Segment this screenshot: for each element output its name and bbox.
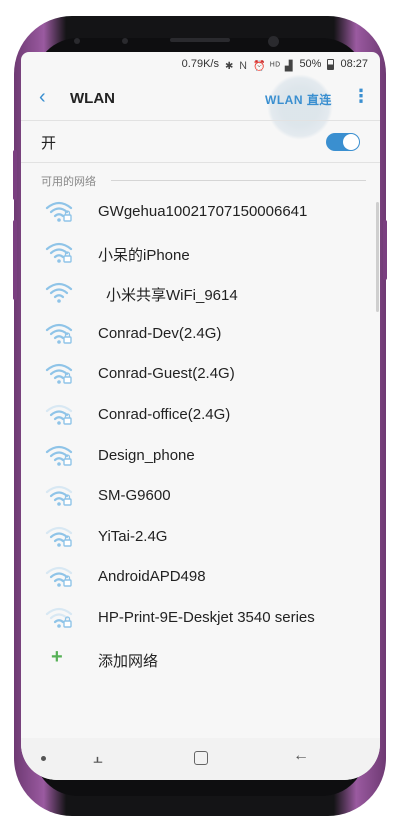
plus-icon: + xyxy=(51,645,63,668)
add-network-label: 添加网络 xyxy=(98,652,159,670)
front-camera xyxy=(268,36,279,47)
scrollbar[interactable] xyxy=(376,202,379,312)
app-header: ‹ WLAN WLAN 直连 ⋮ xyxy=(21,74,380,140)
page-title: WLAN xyxy=(70,90,115,107)
iris-sensor xyxy=(122,38,128,44)
net-speed: 0.79K/s xyxy=(181,58,219,70)
network-ssid: Conrad-Dev(2.4G) xyxy=(98,324,222,342)
network-row[interactable]: Design_phone xyxy=(21,436,380,477)
navigation-bar: ⫠ ← xyxy=(21,738,380,780)
wifi-signal-icon xyxy=(45,281,75,305)
wifi-signal-icon xyxy=(45,403,75,427)
network-ssid: Design_phone xyxy=(98,446,195,464)
power-button xyxy=(383,220,387,280)
recent-apps-icon[interactable]: ⫠ xyxy=(93,750,103,768)
network-ssid: SM-G9600 xyxy=(98,487,171,505)
section-divider xyxy=(111,180,366,181)
network-row[interactable]: Conrad-Dev(2.4G) xyxy=(21,314,380,355)
wifi-signal-icon xyxy=(45,362,75,386)
volume-button xyxy=(13,220,17,300)
network-row[interactable]: HP-Print-9E-Deskjet 3540 series xyxy=(21,598,380,639)
signal-icon: ▟ xyxy=(284,60,294,72)
proximity-sensor xyxy=(74,38,80,44)
earpiece xyxy=(170,38,230,42)
network-ssid: AndroidAPD498 xyxy=(98,568,206,586)
network-ssid: YiTai-2.4G xyxy=(98,527,168,545)
battery-icon xyxy=(327,58,335,70)
nfc-icon: Ｎ xyxy=(238,60,250,72)
toggle-knob xyxy=(343,134,359,150)
wlan-toggle-row[interactable]: 开 xyxy=(21,120,380,162)
network-row[interactable]: GWgehua10021707150006641 xyxy=(21,192,380,233)
home-icon[interactable] xyxy=(194,751,208,765)
status-time: 08:27 xyxy=(340,58,368,70)
status-icons: ✱ Ｎ ⏰ ᴴᴰ ▟ xyxy=(225,57,293,72)
wlan-direct-button[interactable]: WLAN 直连 xyxy=(265,91,332,108)
network-ssid: GWgehua10021707150006641 xyxy=(98,203,308,220)
network-row[interactable]: 小米共享WiFi_9614 xyxy=(21,273,380,314)
network-row[interactable]: SM-G9600 xyxy=(21,476,380,517)
more-options-icon[interactable]: ⋮ xyxy=(352,87,370,105)
wlan-toggle-switch[interactable] xyxy=(326,133,360,151)
status-bar: 0.79K/s ✱ Ｎ ⏰ ᴴᴰ ▟ 50% 08:27 xyxy=(21,52,380,76)
network-ssid: Conrad-office(2.4G) xyxy=(98,405,231,423)
wifi-signal-icon xyxy=(45,241,75,265)
network-row[interactable]: Conrad-Guest(2.4G) xyxy=(21,354,380,395)
network-list: GWgehua10021707150006641 小呆的iPhone 小米共享WiF… xyxy=(21,192,380,679)
wifi-signal-icon xyxy=(45,484,75,508)
nav-back-icon[interactable]: ← xyxy=(293,747,309,765)
network-ssid: HP-Print-9E-Deskjet 3540 series xyxy=(98,608,315,626)
alarm-icon: ⏰ xyxy=(252,60,267,72)
wlan-toggle-label: 开 xyxy=(41,135,57,152)
wifi-signal-icon xyxy=(45,200,75,224)
nav-dot-icon[interactable] xyxy=(41,756,46,761)
network-row[interactable]: AndroidAPD498 xyxy=(21,557,380,598)
back-arrow-icon[interactable]: ‹ xyxy=(39,86,46,109)
bluetooth-icon: ✱ xyxy=(224,60,235,72)
available-networks-header: 可用的网络 xyxy=(41,176,96,188)
network-row[interactable]: Conrad-office(2.4G) xyxy=(21,395,380,436)
4g-icon: ᴴᴰ xyxy=(270,60,281,72)
network-row[interactable]: YiTai-2.4G xyxy=(21,517,380,558)
wifi-signal-icon xyxy=(45,525,75,549)
wifi-signal-icon xyxy=(45,322,75,346)
add-network-row[interactable]: + 添加网络 xyxy=(21,639,380,679)
bixby-button xyxy=(13,150,17,200)
wifi-signal-icon xyxy=(45,444,75,468)
wifi-signal-icon xyxy=(45,606,75,630)
screen: 0.79K/s ✱ Ｎ ⏰ ᴴᴰ ▟ 50% 08:27 ‹ WLAN WLAN… xyxy=(21,52,380,780)
network-row[interactable]: 小呆的iPhone xyxy=(21,233,380,274)
wifi-signal-icon xyxy=(45,565,75,589)
network-ssid: 小呆的iPhone xyxy=(98,246,190,264)
network-ssid: Conrad-Guest(2.4G) xyxy=(98,365,235,383)
network-ssid: 小米共享WiFi_9614 xyxy=(106,287,238,305)
toggle-divider xyxy=(21,162,380,163)
battery-percent: 50% xyxy=(299,58,322,70)
